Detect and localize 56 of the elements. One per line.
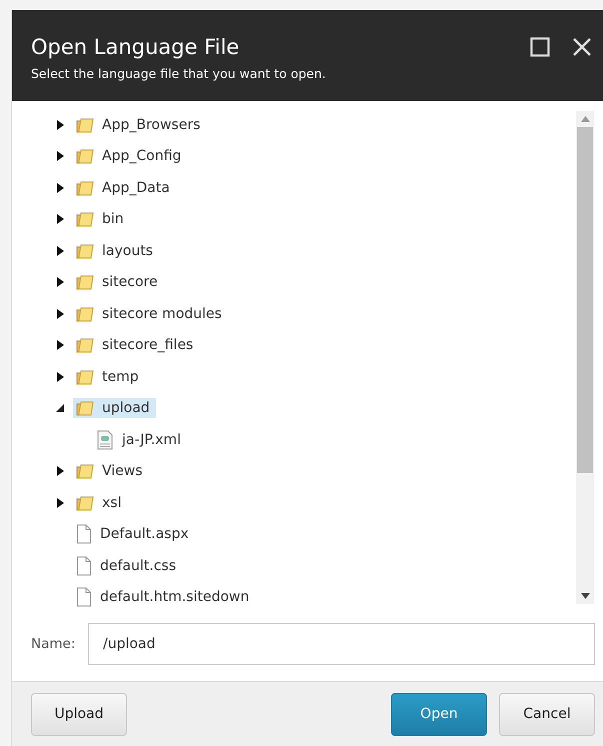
folder-item[interactable]: sitecore_files (73, 335, 200, 356)
collapse-arrow-icon[interactable] (56, 403, 65, 414)
file-item[interactable]: ja-JP.xml (93, 428, 187, 452)
xml-file-icon (96, 430, 114, 450)
folder-icon (76, 337, 94, 354)
folder-icon (76, 494, 94, 511)
file-icon (76, 556, 92, 576)
folder-item[interactable]: layouts (73, 240, 159, 261)
folder-item[interactable]: xsl (73, 492, 128, 513)
close-icon[interactable] (572, 37, 592, 57)
folder-icon (76, 368, 94, 385)
folder-item[interactable]: Views (73, 461, 149, 482)
folder-icon (76, 400, 94, 416)
folder-item[interactable]: App_Data (73, 178, 176, 198)
scroll-down-icon[interactable] (580, 593, 590, 599)
folder-item[interactable]: bin (73, 209, 130, 230)
folder-item[interactable]: App_Config (73, 146, 188, 166)
file-item[interactable]: Default.aspx (73, 522, 195, 546)
folder-icon (76, 274, 94, 290)
open-button[interactable]: Open (391, 692, 487, 736)
file-icon (76, 524, 92, 544)
folder-item[interactable]: sitecore modules (73, 304, 228, 324)
folder-icon (76, 211, 94, 228)
folder-icon (76, 180, 94, 196)
expand-arrow-icon[interactable] (56, 246, 65, 256)
folder-icon (76, 242, 94, 259)
folder-item[interactable]: sitecore (73, 272, 164, 292)
dialog-subtitle: Select the language file that you want to open. (31, 66, 327, 81)
maximize-icon[interactable] (530, 37, 550, 57)
folder-icon (76, 463, 94, 480)
folder-icon (76, 306, 94, 322)
expand-arrow-icon[interactable] (56, 277, 65, 288)
expand-arrow-icon[interactable] (56, 466, 65, 476)
expand-arrow-icon[interactable] (56, 120, 65, 130)
file-item[interactable]: default.css (73, 554, 182, 578)
folder-item[interactable]: App_Browsers (73, 114, 206, 135)
folder-icon (76, 116, 94, 133)
expand-arrow-icon[interactable] (56, 182, 65, 193)
folder-item[interactable]: temp (73, 366, 145, 387)
scrollbar[interactable] (576, 111, 594, 604)
expand-arrow-icon[interactable] (56, 214, 65, 224)
cancel-button[interactable]: Cancel (499, 692, 595, 736)
expand-arrow-icon[interactable] (56, 340, 65, 350)
upload-button[interactable]: Upload (31, 692, 127, 736)
folder-icon (76, 148, 94, 164)
expand-arrow-icon[interactable] (56, 498, 65, 508)
expand-arrow-icon[interactable] (56, 151, 65, 162)
expand-arrow-icon[interactable] (56, 372, 65, 382)
file-item[interactable]: default.htm.sitedown (73, 585, 256, 608)
scrollbar-thumb[interactable] (577, 127, 593, 473)
dialog-title: Open Language File (31, 34, 240, 60)
folder-item[interactable]: upload (73, 398, 156, 418)
expand-arrow-icon[interactable] (56, 308, 65, 319)
name-label: Name: (31, 636, 76, 652)
file-icon (76, 587, 92, 608)
name-field[interactable]: /upload (88, 623, 595, 665)
